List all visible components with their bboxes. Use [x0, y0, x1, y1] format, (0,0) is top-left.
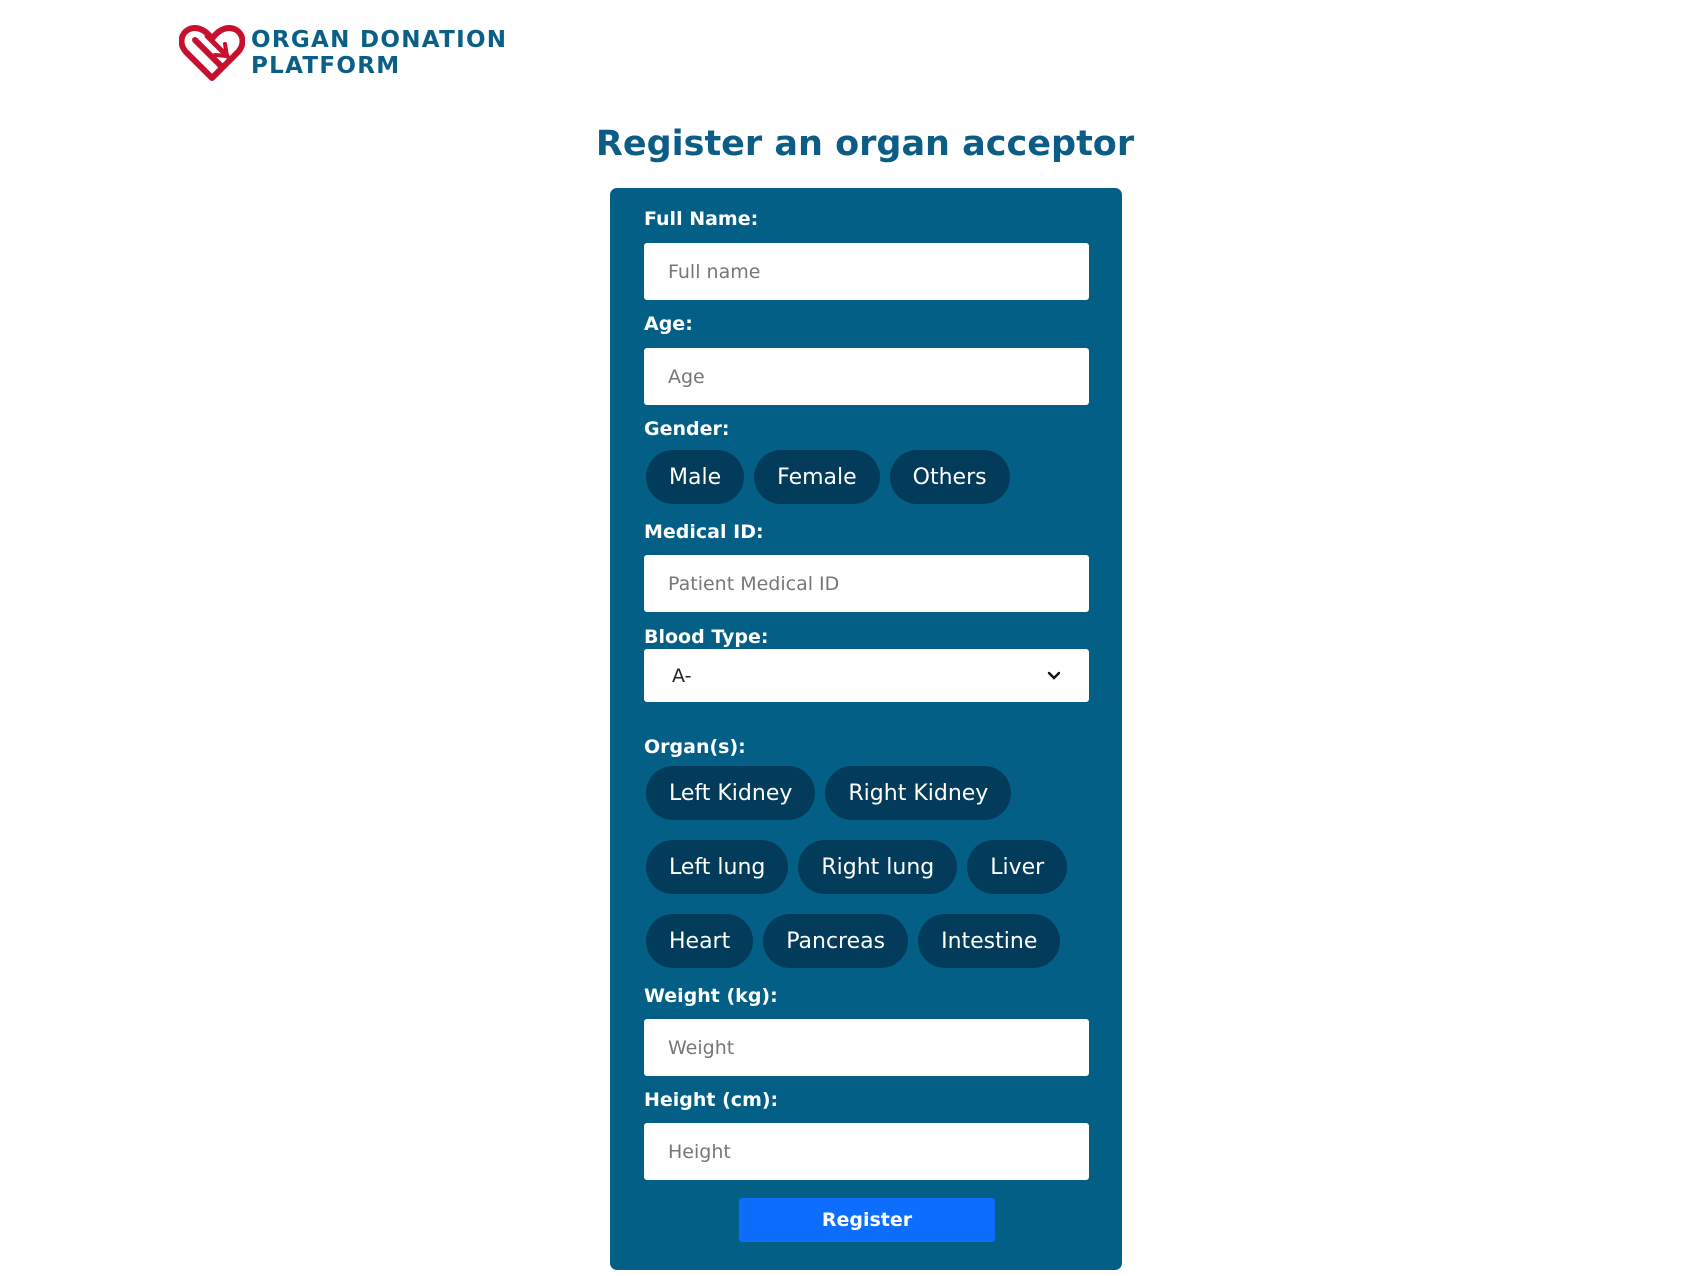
register-button[interactable]: Register: [739, 1198, 995, 1242]
brand-name: ORGAN DONATION PLATFORM: [251, 27, 507, 79]
organ-options-row-1: Left Kidney Right Kidney: [646, 766, 1012, 820]
organ-option-liver[interactable]: Liver: [967, 840, 1068, 894]
gender-option-male[interactable]: Male: [646, 450, 745, 504]
organ-option-left-kidney[interactable]: Left Kidney: [646, 766, 816, 820]
medical-id-label: Medical ID:: [644, 521, 764, 543]
gender-option-others[interactable]: Others: [889, 450, 1010, 504]
age-label: Age:: [644, 313, 693, 335]
weight-input[interactable]: [644, 1019, 1089, 1076]
brand-logo[interactable]: ORGAN DONATION PLATFORM: [179, 24, 507, 82]
organs-label: Organ(s):: [644, 736, 746, 758]
organ-option-pancreas[interactable]: Pancreas: [763, 914, 909, 968]
organ-option-right-kidney[interactable]: Right Kidney: [825, 766, 1012, 820]
brand-line-2: PLATFORM: [251, 53, 401, 79]
organ-option-right-lung[interactable]: Right lung: [798, 840, 958, 894]
gender-option-female[interactable]: Female: [754, 450, 880, 504]
full-name-input[interactable]: [644, 243, 1089, 300]
organ-options-row-2: Left lung Right lung Liver: [646, 840, 1068, 894]
brand-line-1: ORGAN DONATION: [251, 27, 508, 53]
height-input[interactable]: [644, 1123, 1089, 1180]
registration-form: Full Name: Age: Gender: Male Female Othe…: [610, 188, 1122, 1270]
blood-type-value: A-: [672, 664, 692, 687]
page-title: Register an organ acceptor: [595, 124, 1135, 164]
medical-id-input[interactable]: [644, 555, 1089, 612]
weight-label: Weight (kg):: [644, 985, 778, 1007]
age-input[interactable]: [644, 348, 1089, 405]
gender-options: Male Female Others: [646, 450, 1010, 504]
blood-type-select[interactable]: A-: [644, 649, 1089, 702]
height-label: Height (cm):: [644, 1089, 779, 1111]
full-name-label: Full Name:: [644, 208, 759, 230]
blood-type-label: Blood Type:: [644, 626, 769, 648]
chevron-down-icon: [1047, 671, 1061, 680]
organ-option-left-lung[interactable]: Left lung: [646, 840, 789, 894]
organ-option-intestine[interactable]: Intestine: [918, 914, 1061, 968]
heart-logo-icon: [179, 25, 245, 81]
gender-label: Gender:: [644, 418, 730, 440]
organ-options-row-3: Heart Pancreas Intestine: [646, 914, 1061, 968]
organ-option-heart[interactable]: Heart: [646, 914, 754, 968]
